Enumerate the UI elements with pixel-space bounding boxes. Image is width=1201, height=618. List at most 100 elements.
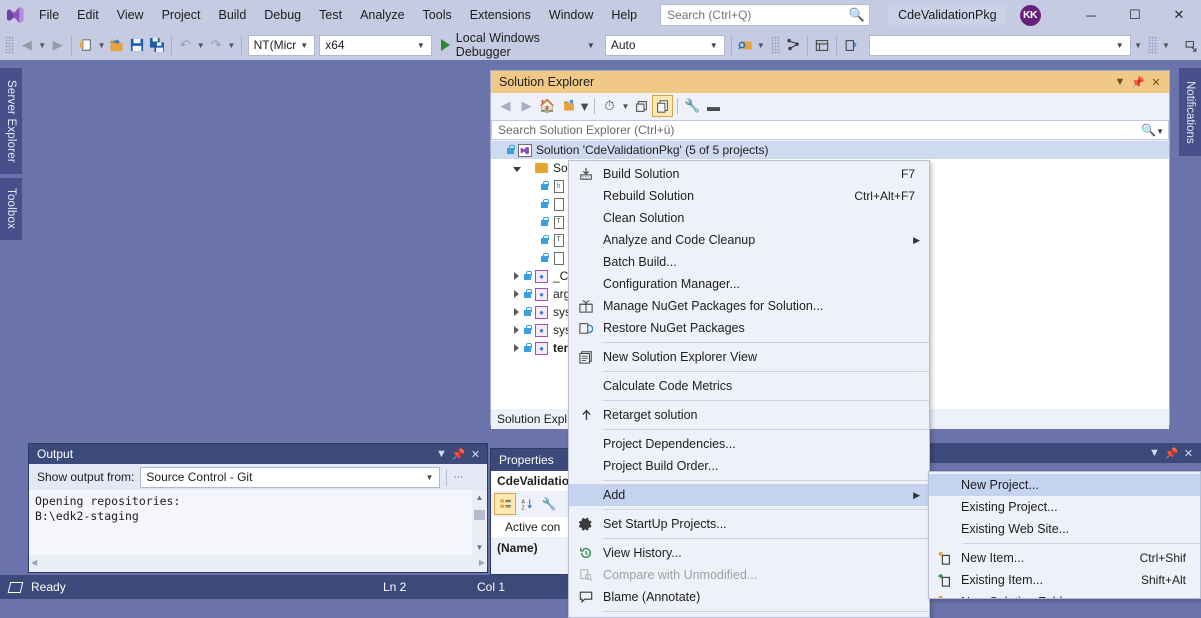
filter-chevron-icon[interactable]: ▼ [578, 95, 591, 117]
folder-search-chevron-icon[interactable]: ▼ [755, 33, 766, 57]
new-project-icon[interactable] [76, 33, 96, 57]
menu-item-rebuild-solution[interactable]: Rebuild Solution Ctrl+Alt+F7 [569, 185, 929, 207]
menu-item-blame-annotate[interactable]: Blame (Annotate) [569, 586, 929, 608]
avatar[interactable]: KK [1019, 4, 1041, 26]
output-text-area[interactable]: Opening repositories: B:\edk2-staging ▲ … [29, 490, 487, 570]
menu-item-manage-nuget-packages-for-solution[interactable]: Manage NuGet Packages for Solution... [569, 295, 929, 317]
menu-item-new-item[interactable]: New Item... Ctrl+Shif [929, 547, 1200, 569]
tree-twisty[interactable] [510, 290, 523, 298]
back-icon[interactable]: ◀ [495, 95, 516, 117]
toolbar-grip-3[interactable] [1148, 36, 1158, 54]
sidebar-item-toolbox[interactable]: Toolbox [0, 178, 22, 240]
menu-item-existing-item[interactable]: Existing Item... Shift+Alt [929, 569, 1200, 591]
panel-menu-icon[interactable]: ▼ [1111, 72, 1129, 92]
properties-window-icon[interactable] [812, 33, 832, 57]
menu-debug[interactable]: Debug [255, 0, 310, 30]
tree-item[interactable]: Solution 'CdeValidationPkg' (5 of 5 proj… [491, 141, 1169, 159]
undo-icon[interactable]: ↶ [175, 33, 195, 57]
menu-item-clean-solution[interactable]: Clean Solution [569, 207, 929, 229]
pin-icon[interactable]: 📌 [1129, 72, 1147, 92]
menu-window[interactable]: Window [540, 0, 602, 30]
solution-explorer-search[interactable]: Search Solution Explorer (Ctrl+ü) 🔍▼ [491, 120, 1169, 140]
menu-item-project-build-order[interactable]: Project Build Order... [569, 455, 929, 477]
navigate-back-chevron-icon[interactable]: ▼ [37, 33, 48, 57]
menu-item-add[interactable]: Add ▶ [569, 484, 929, 506]
br-menu-icon[interactable]: ▼ [1146, 443, 1163, 463]
show-all-files-icon[interactable] [652, 95, 673, 117]
output-horizontal-scrollbar[interactable]: ◀ ▶ [29, 555, 487, 570]
scrollbar-thumb[interactable] [474, 510, 485, 520]
hierarchy-icon[interactable] [783, 33, 803, 57]
menu-item-set-startup-projects[interactable]: Set StartUp Projects... [569, 513, 929, 535]
output-source-combo[interactable]: Source Control - Git ▼ [140, 466, 441, 488]
menu-edit[interactable]: Edit [68, 0, 108, 30]
scroll-right-icon[interactable]: ▶ [479, 558, 485, 567]
output-vertical-scrollbar[interactable]: ▲ ▼ [472, 490, 487, 555]
property-pages-icon[interactable]: 🔧 [538, 493, 560, 515]
close-button[interactable]: ✕ [1157, 0, 1201, 30]
categorized-icon[interactable] [494, 493, 516, 515]
menu-item-compare-with-unmodified[interactable]: Compare with Unmodified... [569, 564, 929, 586]
solution-configuration-combo[interactable]: NT(Micr ▼ [247, 34, 316, 56]
folder-search-icon[interactable] [736, 33, 756, 57]
scroll-down-icon[interactable]: ▼ [476, 540, 484, 554]
solution-platform-combo[interactable]: x64 ▼ [319, 34, 432, 56]
menu-item-new-solution-explorer-view[interactable]: New Solution Explorer View [569, 346, 929, 368]
output-pin-icon[interactable]: 📌 [450, 445, 467, 463]
menu-item-configuration-manager[interactable]: Configuration Manager... [569, 273, 929, 295]
menu-item-restore-nuget-packages[interactable]: Restore NuGet Packages [569, 317, 929, 339]
tree-twisty[interactable] [510, 272, 523, 280]
menu-item-project-dependencies[interactable]: Project Dependencies... [569, 433, 929, 455]
br-pin-icon[interactable]: 📌 [1163, 443, 1180, 463]
open-file-icon[interactable] [107, 33, 127, 57]
menu-item-batch-build[interactable]: Batch Build... [569, 251, 929, 273]
menu-item-existing-web-site[interactable]: Existing Web Site... [929, 518, 1200, 540]
output-overflow-icon[interactable]: ⋯ [453, 472, 463, 483]
menu-item-view-history[interactable]: View History... [569, 542, 929, 564]
sidebar-item-notifications[interactable]: Notifications [1179, 68, 1201, 156]
menu-build[interactable]: Build [209, 0, 255, 30]
object-browser-icon[interactable] [841, 33, 861, 57]
tree-twisty[interactable] [510, 165, 523, 172]
output-menu-icon[interactable]: ▼ [433, 445, 450, 463]
close-icon[interactable]: ✕ [1147, 72, 1165, 92]
pending-changes-icon[interactable]: ⏱ [599, 95, 620, 117]
new-project-chevron-icon[interactable]: ▼ [96, 33, 107, 57]
menu-item-retarget-solution[interactable]: Retarget solution [569, 404, 929, 426]
menu-item-new-project[interactable]: New Project... [929, 474, 1200, 496]
navigate-forward-icon[interactable]: ▶ [48, 33, 68, 57]
toolbar-overflow-icon[interactable]: ▼ [1133, 33, 1144, 57]
sidebar-item-server-explorer[interactable]: Server Explorer [0, 68, 22, 174]
toolbar-search-combo[interactable]: ▼ [868, 34, 1131, 56]
menu-file[interactable]: File [30, 0, 68, 30]
undo-chevron-icon[interactable]: ▼ [195, 33, 206, 57]
tree-twisty[interactable] [510, 344, 523, 352]
menu-extensions[interactable]: Extensions [461, 0, 540, 30]
menu-item-build-solution[interactable]: Build Solution F7 [569, 163, 929, 185]
menu-test[interactable]: Test [310, 0, 351, 30]
pending-chevron-icon[interactable]: ▼ [620, 95, 631, 117]
toolbar-grip-2[interactable] [771, 36, 781, 54]
preview-icon[interactable]: ▬ [703, 95, 724, 117]
save-all-icon[interactable] [147, 33, 167, 57]
navigate-back-icon[interactable]: ◀ [17, 33, 37, 57]
output-close-icon[interactable]: ✕ [467, 445, 484, 463]
maximize-button[interactable]: ☐ [1113, 0, 1157, 30]
debug-type-combo[interactable]: Auto ▼ [604, 34, 725, 56]
scroll-up-icon[interactable]: ▲ [476, 490, 484, 504]
minimize-button[interactable]: ─ [1069, 0, 1113, 30]
redo-icon[interactable]: ↷ [206, 33, 226, 57]
home-icon[interactable]: 🏠 [537, 95, 558, 117]
start-debugging-button[interactable]: Local Windows Debugger ▼ [434, 31, 599, 59]
br-close-icon[interactable]: ✕ [1180, 443, 1197, 463]
collapse-all-icon[interactable] [631, 95, 652, 117]
menu-item-new-solution-folder[interactable]: New Solution Folder [929, 591, 1200, 598]
quick-search-input[interactable] [660, 4, 871, 26]
tree-twisty[interactable] [510, 308, 523, 316]
scroll-left-icon[interactable]: ◀ [31, 558, 37, 567]
add-window-icon[interactable] [1181, 33, 1201, 57]
redo-chevron-icon[interactable]: ▼ [226, 33, 237, 57]
menu-view[interactable]: View [108, 0, 153, 30]
tree-twisty[interactable] [510, 326, 523, 334]
menu-analyze[interactable]: Analyze [351, 0, 413, 30]
